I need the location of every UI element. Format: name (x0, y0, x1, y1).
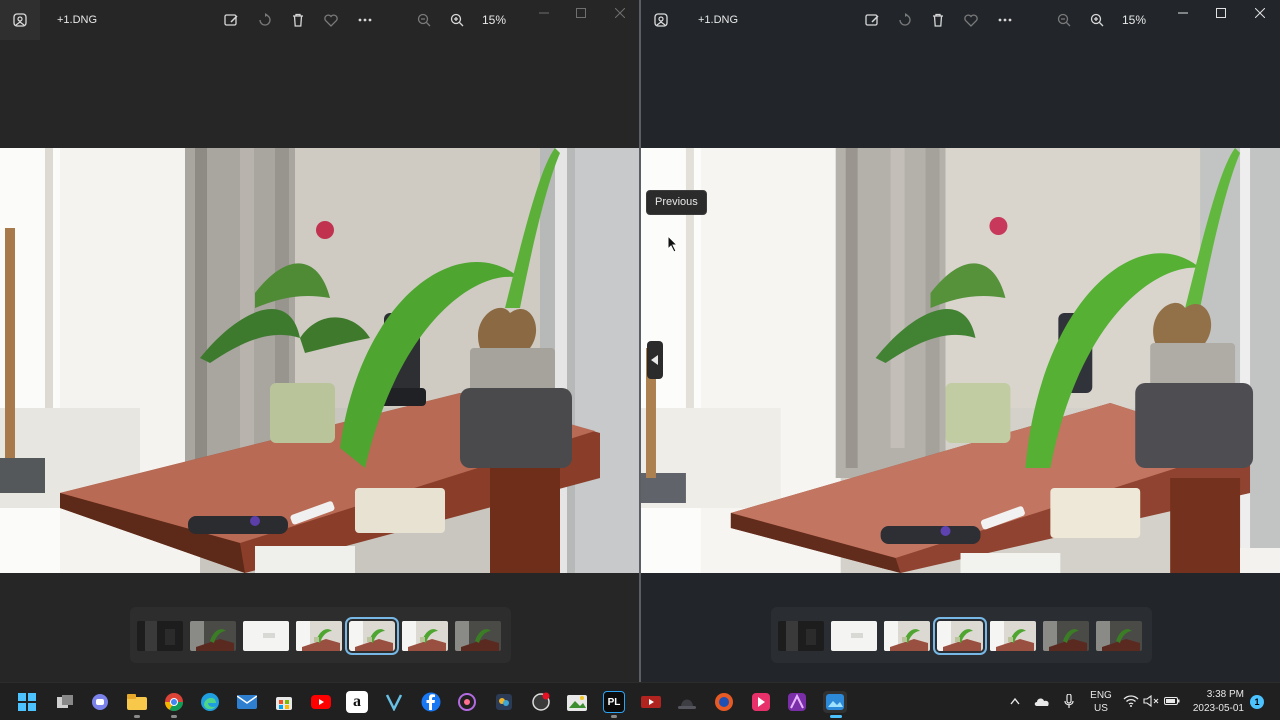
photo-viewer[interactable] (0, 148, 640, 573)
hat-icon[interactable] (676, 691, 698, 713)
rotate-icon[interactable] (256, 11, 274, 29)
onedrive-icon[interactable] (1033, 691, 1051, 711)
thumbnail[interactable] (884, 621, 930, 651)
active-indicator (830, 715, 842, 718)
date: 2023-05-01 (1192, 703, 1244, 714)
edge-icon[interactable] (199, 691, 221, 713)
notification-badge[interactable]: 1 (1250, 695, 1264, 709)
clock[interactable]: 3:38 PM 2023-05-01 (1192, 688, 1244, 716)
thumbnail[interactable] (296, 621, 342, 651)
zoom-level[interactable]: 15% (1122, 13, 1146, 27)
teams-chat-icon[interactable] (89, 691, 111, 713)
more-icon[interactable] (356, 11, 374, 29)
photo-editor-icon[interactable] (566, 691, 588, 713)
app-icon[interactable] (456, 691, 478, 713)
time: 3:38 PM (1206, 689, 1244, 700)
youtube-icon[interactable] (310, 691, 332, 713)
mouse-cursor-icon (667, 235, 679, 253)
photos-app-icon[interactable] (641, 0, 681, 40)
delete-icon[interactable] (929, 11, 947, 29)
zoom-in-icon[interactable] (1088, 11, 1106, 29)
file-explorer-icon[interactable] (126, 691, 148, 713)
minimize-icon[interactable] (534, 5, 554, 21)
maximize-icon[interactable] (571, 5, 591, 21)
running-indicator (171, 715, 177, 718)
mail-icon[interactable] (236, 691, 258, 713)
previous-tooltip: Previous (646, 190, 707, 215)
chevron-left-icon (651, 355, 658, 365)
photo-image (0, 148, 640, 573)
photos-app-icon[interactable] (0, 0, 40, 40)
zoom-out-icon[interactable] (1055, 11, 1073, 29)
maximize-icon[interactable] (1211, 5, 1231, 21)
wifi-icon[interactable] (1122, 691, 1140, 711)
pycharm-icon[interactable]: PL (603, 691, 625, 713)
chevron-up-icon[interactable] (1006, 691, 1024, 711)
app-icon-2[interactable] (713, 691, 735, 713)
thumbnail[interactable] (778, 621, 824, 651)
photo-viewer[interactable] (641, 148, 1280, 573)
minimize-icon[interactable] (1173, 5, 1193, 21)
volume-muted-icon[interactable] (1142, 691, 1160, 711)
zoom-in-icon[interactable] (448, 11, 466, 29)
photos-icon[interactable] (823, 691, 847, 713)
amazon-icon[interactable]: a (346, 691, 368, 713)
thumbnail[interactable] (190, 621, 236, 651)
region-code: US (1094, 703, 1108, 714)
thumbnail[interactable] (137, 621, 183, 651)
store-icon[interactable] (273, 691, 295, 713)
zoom-out-icon[interactable] (415, 11, 433, 29)
thumbnail[interactable] (402, 621, 448, 651)
thumbnail[interactable] (1096, 621, 1142, 651)
thumbnail[interactable] (831, 621, 877, 651)
chrome-icon[interactable] (163, 691, 185, 713)
edit-icon[interactable] (863, 11, 881, 29)
thumbnail[interactable] (455, 621, 501, 651)
running-indicator (611, 715, 617, 718)
thumbnail[interactable] (243, 621, 289, 651)
facebook-icon[interactable] (420, 691, 442, 713)
more-icon[interactable] (996, 11, 1014, 29)
start-icon[interactable] (16, 691, 38, 713)
filmstrip (771, 607, 1152, 663)
previous-button[interactable] (647, 341, 663, 379)
title-bar: +1.DNG 15% (0, 0, 640, 40)
close-icon[interactable] (1250, 5, 1270, 21)
running-indicator (134, 715, 140, 718)
close-icon[interactable] (610, 5, 630, 21)
vectorworks-icon[interactable] (383, 691, 405, 713)
thumbnail[interactable] (1043, 621, 1089, 651)
video-icon[interactable] (750, 691, 772, 713)
favorite-icon[interactable] (962, 11, 980, 29)
thumbnail-selected[interactable] (933, 617, 987, 655)
microphone-icon[interactable] (1060, 691, 1078, 711)
battery-icon[interactable] (1163, 691, 1181, 711)
photos-window-left: +1.DNG 15% (0, 0, 640, 682)
language-indicator[interactable]: ENG US (1090, 689, 1112, 715)
photos-window-right: +1.DNG 15% Previous (641, 0, 1280, 682)
favorite-icon[interactable] (322, 11, 340, 29)
color-icon[interactable] (493, 691, 515, 713)
rotate-icon[interactable] (896, 11, 914, 29)
thumbnail-selected[interactable] (345, 617, 399, 655)
thumbnail[interactable] (990, 621, 1036, 651)
affinity-icon[interactable] (786, 691, 808, 713)
task-view-icon[interactable] (54, 691, 76, 713)
title-bar: +1.DNG 15% (641, 0, 1280, 40)
language-code: ENG (1090, 690, 1112, 701)
davinci-icon[interactable] (530, 691, 552, 713)
file-title: +1.DNG (57, 14, 98, 26)
delete-icon[interactable] (289, 11, 307, 29)
edit-icon[interactable] (222, 11, 240, 29)
zoom-level[interactable]: 15% (482, 13, 506, 27)
taskbar: a PL ENG US 3:38 PM 2023-05-01 1 (0, 682, 1280, 720)
file-title: +1.DNG (698, 14, 739, 26)
media-icon[interactable] (640, 691, 662, 713)
filmstrip (130, 607, 511, 663)
photo-image (641, 148, 1280, 573)
